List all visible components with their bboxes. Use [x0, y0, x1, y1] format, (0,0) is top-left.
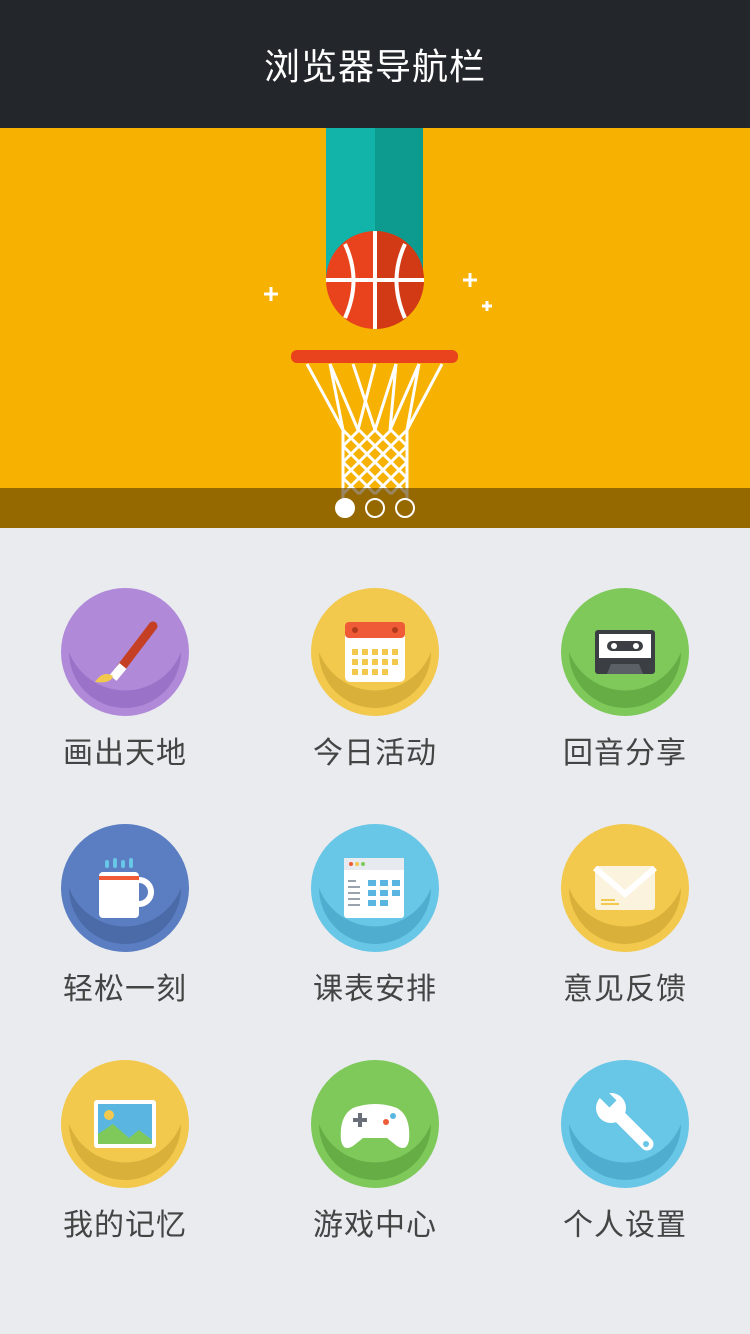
page-title: 浏览器导航栏	[263, 47, 486, 88]
menu-item-share[interactable]: 回音分享	[500, 528, 750, 771]
menu-item-timetable[interactable]: 课表安排	[250, 764, 500, 1007]
envelope-icon	[561, 824, 689, 952]
menu-item-relax[interactable]: 轻松一刻	[0, 764, 250, 1007]
cassette-icon	[561, 588, 689, 716]
carousel-dot-3[interactable]	[395, 498, 415, 518]
carousel-dot-1[interactable]	[335, 498, 355, 518]
gamepad-icon	[311, 1060, 439, 1188]
menu-item-settings[interactable]: 个人设置	[500, 1000, 750, 1243]
menu-item-games[interactable]: 游戏中心	[250, 1000, 500, 1243]
menu-item-label: 游戏中心	[313, 1208, 437, 1243]
menu-item-draw[interactable]: 画出天地	[0, 528, 250, 771]
schedule-icon	[311, 824, 439, 952]
coffee-mug-icon	[61, 824, 189, 952]
menu-item-label: 我的记忆	[63, 1208, 187, 1243]
carousel-dot-2[interactable]	[365, 498, 385, 518]
menu-item-feedback[interactable]: 意见反馈	[500, 764, 750, 1007]
menu-item-activity[interactable]: 今日活动	[250, 528, 500, 771]
carousel-indicator	[0, 488, 750, 528]
paintbrush-icon	[61, 588, 189, 716]
basketball-hoop-illustration	[264, 128, 492, 500]
menu-item-memory[interactable]: 我的记忆	[0, 1000, 250, 1243]
wrench-icon	[561, 1060, 689, 1188]
menu-item-label: 个人设置	[563, 1208, 687, 1243]
banner-carousel[interactable]	[0, 128, 750, 528]
calendar-icon	[311, 588, 439, 716]
nav-bar: 浏览器导航栏	[0, 0, 750, 128]
picture-icon	[61, 1060, 189, 1188]
